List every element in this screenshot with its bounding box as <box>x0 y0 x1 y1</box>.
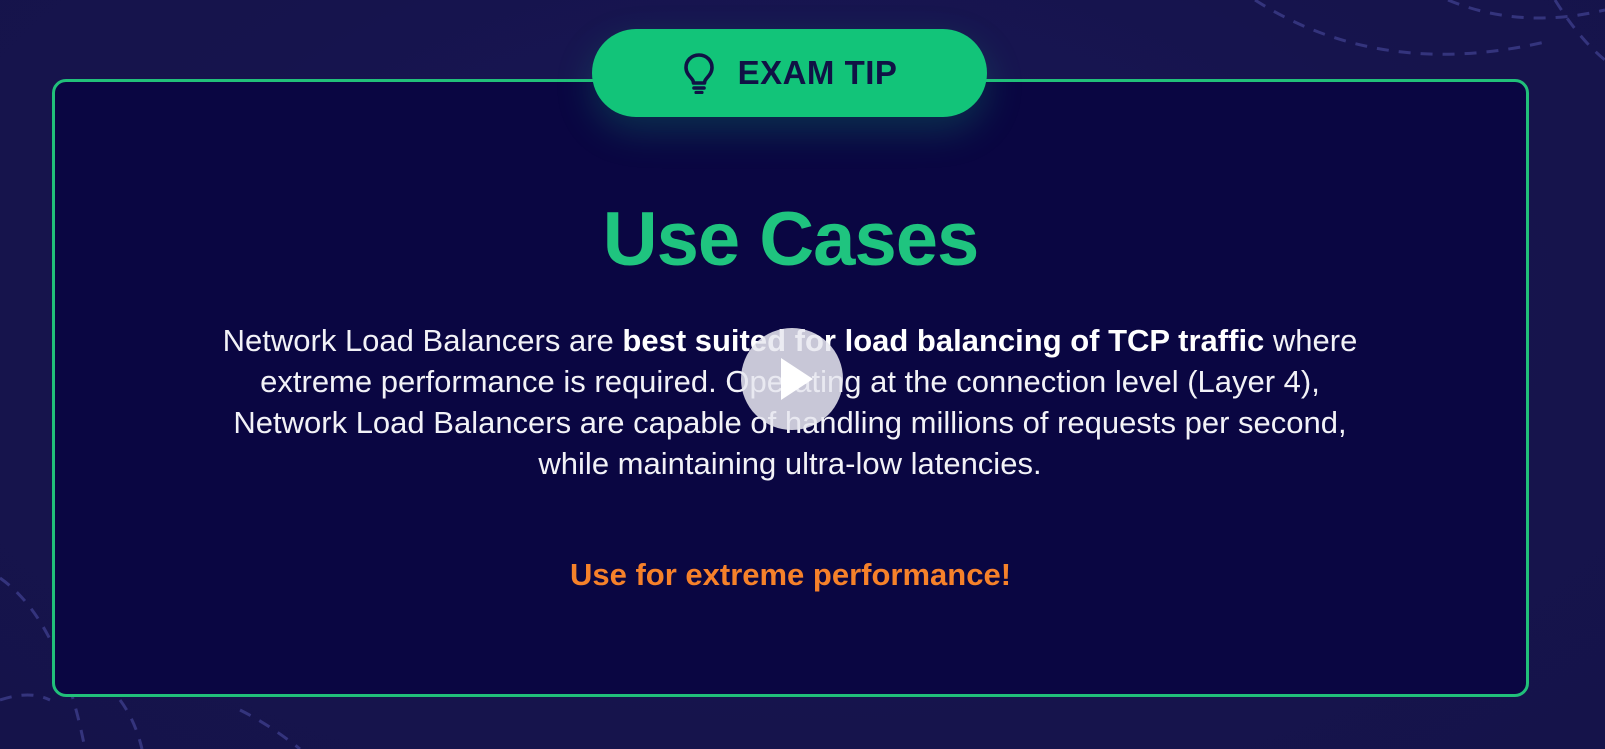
play-icon <box>781 358 813 400</box>
slide-title: Use Cases <box>602 197 980 282</box>
play-button[interactable] <box>741 328 843 430</box>
highlight-callout: Use for extreme performance! <box>569 557 1012 592</box>
exam-tip-badge: EXAM TIP <box>592 29 987 117</box>
exam-tip-label: EXAM TIP <box>737 54 898 91</box>
lightbulb-icon <box>683 53 714 94</box>
body-text-bold: best suited for load balancing of TCP tr… <box>622 323 1265 358</box>
body-text-part-1: Network Load Balancers are <box>222 323 623 358</box>
slide: EXAM TIP Use Cases Network Load Balancer… <box>0 0 1605 749</box>
